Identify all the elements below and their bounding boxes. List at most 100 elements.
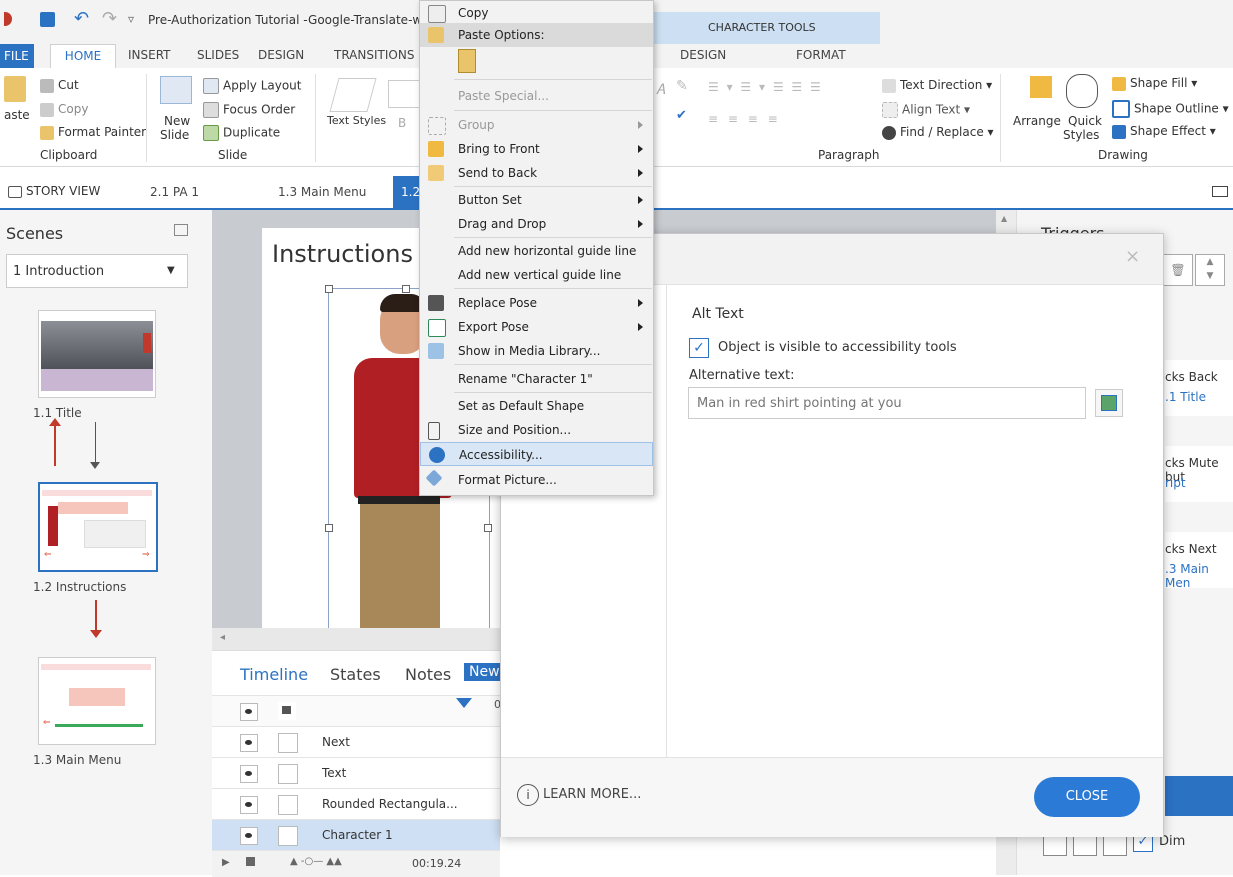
resize-handle[interactable] — [325, 524, 333, 532]
paste-button-label[interactable]: aste — [4, 108, 30, 122]
menu-item-export-pose[interactable]: Export Pose — [420, 315, 653, 339]
lock-checkbox[interactable] — [278, 764, 298, 784]
find-replace-button[interactable]: Find / Replace ▾ — [882, 125, 994, 140]
shape-fill-button[interactable]: Shape Fill ▾ — [1112, 76, 1197, 91]
align-icons[interactable]: ≡ ≡ ≡ ≡ — [708, 112, 781, 126]
focus-order-button[interactable]: Focus Order — [203, 102, 295, 118]
font-box[interactable] — [388, 80, 422, 108]
menu-item-size-and-position[interactable]: Size and Position... — [420, 418, 653, 442]
duplicate-button[interactable]: Duplicate — [203, 125, 280, 141]
menu-item-drag-and-drop[interactable]: Drag and Drop — [420, 212, 653, 236]
tab-timeline[interactable]: Timeline — [240, 665, 308, 684]
save-icon[interactable] — [40, 12, 55, 27]
trigger-item[interactable]: cks Mute but ript — [1165, 446, 1233, 502]
undo-icon[interactable]: ↶ — [74, 8, 89, 29]
eye-icon[interactable] — [240, 827, 258, 845]
menu-item-rename[interactable]: Rename "Character 1" — [420, 367, 653, 391]
menu-item-paste-keep[interactable] — [420, 47, 653, 75]
info-icon[interactable]: i — [517, 784, 539, 806]
scroll-up-icon[interactable]: ▲ — [1001, 214, 1007, 223]
trigger-link[interactable]: .1 Title — [1165, 390, 1206, 404]
redo-icon[interactable]: ↷ — [102, 8, 117, 29]
new-slide-label[interactable]: New — [164, 114, 190, 128]
align-text-button[interactable]: Align Text ▾ — [882, 102, 970, 118]
reorder-trigger-button[interactable]: ▲ ▼ — [1195, 254, 1225, 286]
tab-pa1[interactable]: 2.1 PA 1 — [150, 185, 199, 199]
tab-design[interactable]: DESIGN — [258, 48, 304, 62]
trigger-item[interactable]: cks Next .3 Main Men — [1165, 532, 1233, 590]
slide-thumb-instructions[interactable]: ⇐ ⇒ — [38, 482, 158, 572]
new-slide-label-2[interactable]: Slide — [160, 128, 189, 142]
lock-icon[interactable] — [278, 702, 296, 720]
tab-character-design[interactable]: DESIGN — [680, 48, 726, 62]
text-styles-icon[interactable] — [329, 78, 377, 112]
tab-insert[interactable]: INSERT — [128, 48, 171, 62]
menu-item-send-to-back[interactable]: Send to Back — [420, 161, 653, 185]
scene-dropdown[interactable]: 1 Introduction ▼ — [6, 254, 188, 288]
tab-main-menu[interactable]: 1.3 Main Menu — [278, 185, 366, 199]
text-styles-label[interactable]: Text Styles — [327, 114, 386, 127]
trigger-link[interactable]: .3 Main Men — [1165, 562, 1233, 590]
menu-item-add-horizontal-guide[interactable]: Add new horizontal guide line — [420, 239, 653, 263]
copy-button[interactable]: Copy — [40, 102, 88, 117]
eye-icon[interactable] — [240, 703, 258, 721]
arrange-icon[interactable] — [1030, 76, 1052, 98]
menu-item-copy[interactable]: Copy — [420, 1, 653, 25]
shape-outline-button[interactable]: Shape Outline ▾ — [1112, 100, 1229, 118]
paste-icon[interactable] — [4, 76, 26, 102]
apply-layout-button[interactable]: Apply Layout — [203, 78, 302, 94]
highlight-icon[interactable]: ✎ — [676, 78, 688, 94]
timeline-row-selected[interactable]: Character 1 — [212, 819, 500, 851]
menu-item-format-picture[interactable]: Format Picture... — [420, 468, 653, 492]
new-slide-icon[interactable] — [160, 76, 192, 104]
alt-text-input[interactable] — [688, 387, 1086, 419]
collapse-panel-icon[interactable] — [174, 224, 188, 236]
lock-checkbox[interactable] — [278, 733, 298, 753]
slide-thumb-title[interactable] — [38, 310, 156, 398]
tab-character-format[interactable]: FORMAT — [796, 48, 846, 62]
tab-new[interactable]: New — [464, 663, 505, 681]
tab-transitions[interactable]: TRANSITIONS — [334, 48, 414, 62]
arrange-label[interactable]: Arrange — [1013, 114, 1061, 128]
menu-item-show-in-media-library[interactable]: Show in Media Library... — [420, 339, 653, 363]
close-button[interactable]: CLOSE — [1034, 777, 1140, 817]
spell-check-icon[interactable]: ✔ — [676, 108, 687, 123]
learn-more-link[interactable]: LEARN MORE... — [543, 787, 641, 802]
trigger-link[interactable]: ript — [1165, 476, 1186, 490]
tab-file[interactable]: FILE — [0, 44, 34, 68]
menu-item-set-default-shape[interactable]: Set as Default Shape — [420, 394, 653, 418]
timeline-row[interactable]: Next — [212, 726, 500, 758]
eye-icon[interactable] — [240, 796, 258, 814]
format-painter-button[interactable]: Format Painter — [40, 125, 146, 140]
resize-handle[interactable] — [325, 285, 333, 293]
tab-notes[interactable]: Notes — [405, 665, 451, 684]
menu-item-bring-to-front[interactable]: Bring to Front — [420, 137, 653, 161]
lock-checkbox[interactable] — [278, 826, 298, 846]
quick-styles-label[interactable]: Quick — [1068, 114, 1102, 128]
canvas-scrollbar[interactable]: ◂ — [212, 628, 500, 650]
menu-item-button-set[interactable]: Button Set — [420, 188, 653, 212]
clear-format-icon[interactable]: 𝐴 — [656, 82, 665, 98]
tab-current-slide[interactable]: 1.2 — [393, 176, 421, 208]
trigger-item[interactable]: cks Back .1 Title — [1165, 360, 1233, 416]
zoom-slider[interactable]: ▲ ‑○— ▲▲ — [290, 856, 342, 867]
dialog-close-icon[interactable]: × — [1125, 246, 1140, 267]
scroll-left-icon[interactable]: ◂ — [220, 632, 225, 643]
menu-item-add-vertical-guide[interactable]: Add new vertical guide line — [420, 263, 653, 287]
menu-item-replace-pose[interactable]: Replace Pose — [420, 291, 653, 315]
tab-home[interactable]: HOME — [50, 44, 116, 69]
quick-styles-icon[interactable] — [1066, 74, 1098, 108]
bold-button[interactable]: B — [398, 116, 406, 130]
list-icons[interactable]: ☰ ▾ ☰ ▾ ☰ ☰ ☰ — [708, 80, 823, 94]
alt-text-image-button[interactable] — [1095, 389, 1123, 417]
tab-states[interactable]: States — [330, 665, 381, 684]
timeline-row[interactable]: Rounded Rectangula... — [212, 788, 500, 820]
quick-styles-label-2[interactable]: Styles — [1063, 128, 1099, 142]
playhead-icon[interactable] — [456, 698, 472, 708]
slide-thumb-main-menu[interactable]: ⇐ — [38, 657, 156, 745]
eye-icon[interactable] — [240, 734, 258, 752]
customize-qat-icon[interactable]: ▿ — [128, 12, 134, 26]
eye-icon[interactable] — [240, 765, 258, 783]
text-direction-button[interactable]: Text Direction ▾ — [882, 78, 992, 93]
resize-handle[interactable] — [484, 524, 492, 532]
